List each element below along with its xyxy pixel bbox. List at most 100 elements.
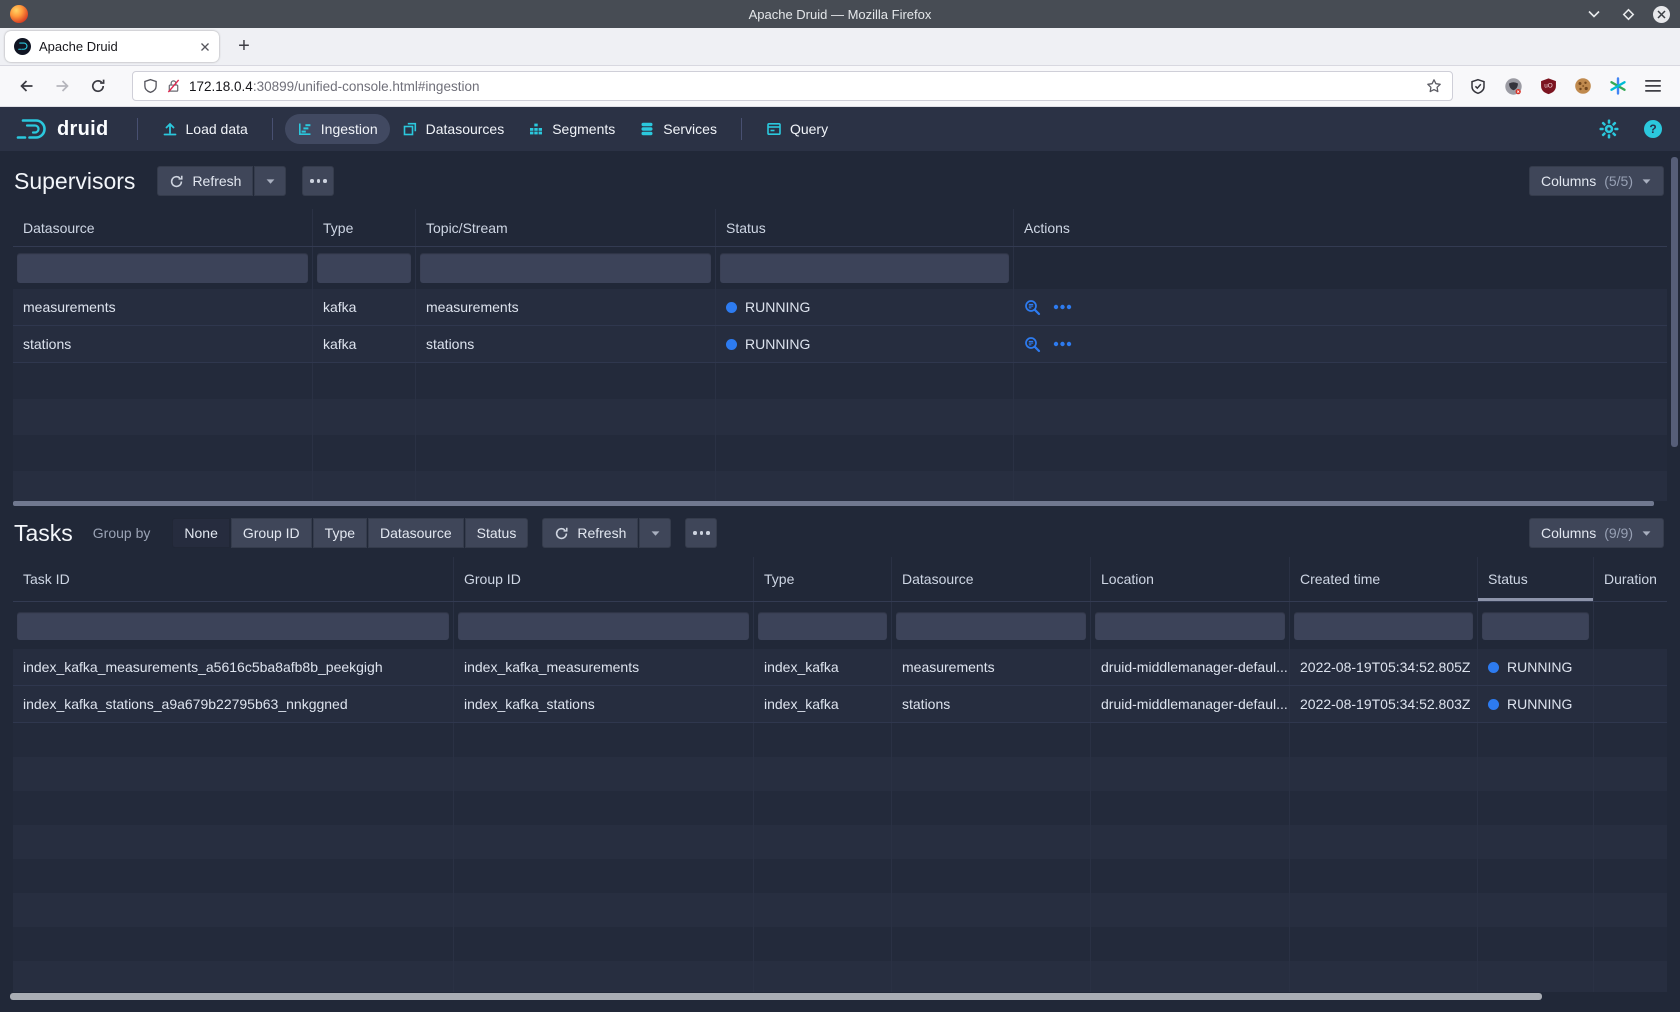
filter-input-task-id[interactable]: [17, 612, 449, 640]
filter-input-datasource[interactable]: [17, 253, 308, 283]
tasks-refresh-dropdown[interactable]: [639, 518, 671, 548]
insecure-lock-icon[interactable]: [166, 78, 181, 94]
cookie-extension-icon[interactable]: [1570, 73, 1596, 99]
filter-input-type[interactable]: [317, 253, 411, 283]
column-header[interactable]: Type: [312, 209, 415, 246]
url-bar[interactable]: 172.18.0.4:30899/unified-console.html#in…: [132, 71, 1453, 101]
supervisors-columns-button[interactable]: Columns (5/5): [1529, 166, 1664, 196]
cell-task-id[interactable]: index_kafka_stations_a9a679b22795b63_nnk…: [13, 686, 453, 722]
filter-input-created-time[interactable]: [1294, 612, 1473, 640]
back-icon[interactable]: [10, 71, 42, 101]
column-header[interactable]: Type: [753, 557, 891, 601]
supervisors-horizontal-scrollbar[interactable]: [13, 501, 1654, 506]
column-header[interactable]: Group ID: [453, 557, 753, 601]
filter-input-datasource[interactable]: [896, 612, 1086, 640]
column-header[interactable]: Task ID: [13, 557, 453, 601]
new-tab-button[interactable]: +: [229, 32, 259, 62]
filter-input-group-id[interactable]: [458, 612, 749, 640]
supervisors-more-button[interactable]: [302, 166, 334, 196]
supervisor-row[interactable]: stations kafka stations RUNNING: [13, 326, 1667, 363]
cell-datasource: measurements: [891, 649, 1090, 685]
cell-status: RUNNING: [715, 326, 1013, 362]
group-by-none-button[interactable]: None: [172, 518, 229, 548]
row-more-icon[interactable]: [1053, 341, 1072, 347]
tasks-header: Tasks Group by None Group ID Type Dataso…: [14, 511, 1664, 555]
help-icon[interactable]: ?: [1640, 116, 1666, 142]
cell-group-id: index_kafka_stations: [453, 686, 753, 722]
minimize-icon[interactable]: [1585, 5, 1603, 23]
empty-row: [13, 825, 1667, 859]
window-titlebar: Apache Druid — Mozilla Firefox: [0, 0, 1680, 28]
cell-created-time: 2022-08-19T05:34:52.803Z: [1289, 686, 1477, 722]
group-by-group-id-button[interactable]: Group ID: [231, 518, 312, 548]
mask-extension-icon[interactable]: [1500, 73, 1526, 99]
nav-ingestion[interactable]: Ingestion: [285, 114, 390, 144]
shield-extension-icon[interactable]: [1465, 73, 1491, 99]
druid-logo[interactable]: druid: [14, 116, 109, 142]
view-details-icon[interactable]: [1024, 336, 1041, 353]
nav-segments[interactable]: Segments: [516, 114, 627, 144]
refresh-label: Refresh: [577, 525, 626, 541]
filter-input-location[interactable]: [1095, 612, 1285, 640]
filter-input-status[interactable]: [1482, 612, 1589, 640]
page-horizontal-scrollbar[interactable]: [10, 993, 1542, 1000]
column-header[interactable]: Status: [715, 209, 1013, 246]
cell-type: index_kafka: [753, 649, 891, 685]
nav-query-label: Query: [790, 121, 828, 137]
close-icon[interactable]: [1653, 6, 1670, 23]
empty-row: [13, 363, 1667, 399]
settings-gear-icon[interactable]: [1596, 116, 1622, 142]
column-header[interactable]: Location: [1090, 557, 1289, 601]
ublock-extension-icon[interactable]: uO: [1535, 73, 1561, 99]
address-text: 172.18.0.4:30899/unified-console.html#in…: [189, 79, 1418, 94]
group-by-datasource-button[interactable]: Datasource: [368, 518, 464, 548]
cell-datasource[interactable]: measurements: [13, 289, 312, 325]
nav-query[interactable]: Query: [754, 114, 840, 144]
cell-task-id[interactable]: index_kafka_measurements_a5616c5ba8afb8b…: [13, 649, 453, 685]
cell-datasource[interactable]: stations: [13, 326, 312, 362]
view-details-icon[interactable]: [1024, 299, 1041, 316]
empty-row: [13, 927, 1667, 961]
supervisors-refresh-dropdown[interactable]: [254, 166, 286, 196]
brand-text: druid: [57, 118, 109, 141]
supervisors-header: Supervisors Refresh Columns (5/5): [14, 159, 1664, 203]
tasks-more-button[interactable]: [685, 518, 717, 548]
menu-hamburger-icon[interactable]: [1640, 73, 1666, 99]
page-vertical-scrollbar[interactable]: [1671, 157, 1678, 447]
tab-apache-druid[interactable]: Apache Druid: [5, 31, 219, 62]
nav-load-data[interactable]: Load data: [150, 114, 260, 144]
task-row[interactable]: index_kafka_measurements_a5616c5ba8afb8b…: [13, 649, 1667, 686]
filter-input-status[interactable]: [720, 253, 1009, 283]
supervisor-row[interactable]: measurements kafka measurements RUNNING: [13, 289, 1667, 326]
cell-actions: [1013, 326, 1667, 362]
column-header[interactable]: Datasource: [891, 557, 1090, 601]
column-header[interactable]: Topic/Stream: [415, 209, 715, 246]
column-header[interactable]: Created time: [1289, 557, 1477, 601]
asterisk-extension-icon[interactable]: [1605, 73, 1631, 99]
task-row[interactable]: index_kafka_stations_a9a679b22795b63_nnk…: [13, 686, 1667, 723]
cell-duration: [1593, 686, 1667, 722]
group-by-status-button[interactable]: Status: [465, 518, 529, 548]
tab-close-icon[interactable]: [200, 42, 210, 52]
column-header[interactable]: Actions: [1013, 209, 1667, 246]
column-header[interactable]: Datasource: [13, 209, 312, 246]
maximize-icon[interactable]: [1619, 5, 1637, 23]
forward-icon[interactable]: [46, 71, 78, 101]
gantt-chart-icon: [297, 121, 313, 137]
column-header[interactable]: Duration: [1593, 557, 1667, 601]
filter-input-type[interactable]: [758, 612, 887, 640]
status-text: RUNNING: [1507, 659, 1572, 675]
supervisors-refresh-button[interactable]: Refresh: [157, 166, 253, 196]
row-more-icon[interactable]: [1053, 304, 1072, 310]
status-text: RUNNING: [745, 336, 810, 352]
nav-datasources[interactable]: Datasources: [390, 114, 517, 144]
tasks-refresh-button[interactable]: Refresh: [542, 518, 638, 548]
tracking-protection-shield-icon[interactable]: [143, 78, 158, 94]
column-header-sorted[interactable]: Status: [1477, 557, 1593, 601]
nav-services[interactable]: Services: [627, 114, 729, 144]
group-by-type-button[interactable]: Type: [313, 518, 367, 548]
bookmark-star-icon[interactable]: [1426, 78, 1442, 94]
filter-input-topic[interactable]: [420, 253, 711, 283]
reload-icon[interactable]: [82, 71, 114, 101]
tasks-columns-button[interactable]: Columns (9/9): [1529, 518, 1664, 548]
